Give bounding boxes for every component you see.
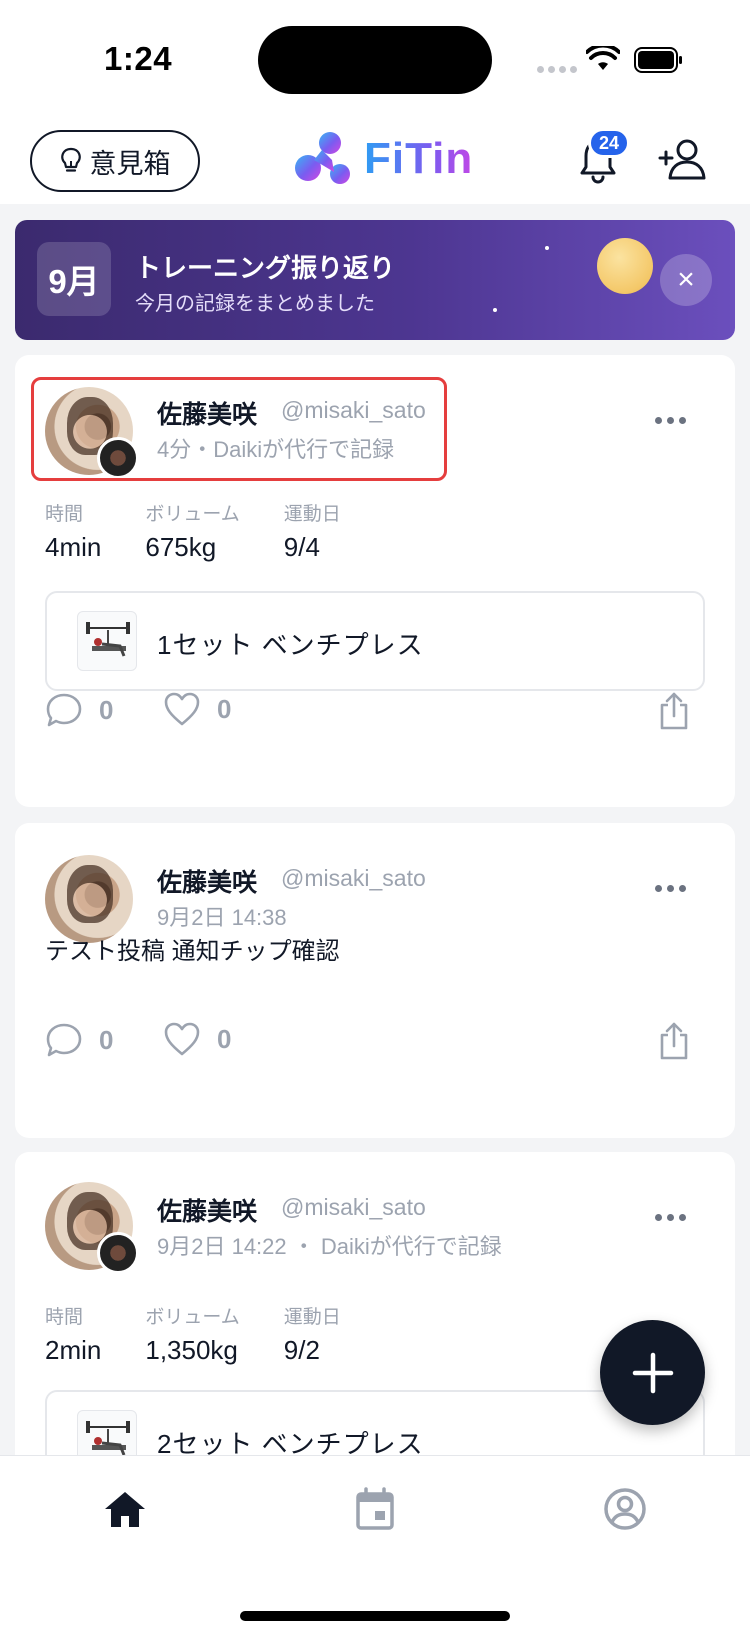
comment-icon [46,1023,82,1057]
avatar[interactable] [45,855,133,943]
moon-decoration [597,238,653,294]
proxy-user-avatar [97,1232,139,1274]
status-time: 1:24 [104,40,173,77]
heart-icon [164,1022,200,1056]
wifi-icon [586,46,620,70]
post-actions: 0 0 [45,691,705,741]
status-bar: 1:24 [0,0,750,116]
post-text: テスト投稿 通知チップ確認 [45,938,340,965]
post-card[interactable]: 佐藤美咲 @misaki_sato 9月2日 14:38 テスト投稿 通知チップ… [15,823,735,1138]
logo-mark-icon [295,132,350,184]
add-user-icon[interactable] [658,136,706,182]
bench-press-thumbnail [77,611,137,671]
exercise-label: 1セット ベンチプレス [157,630,424,660]
profile-icon [604,1488,646,1530]
stat-value: 9/2 [283,1335,320,1365]
stat-label: 時間 [45,504,84,525]
stat-workout-date: 運動日 9/2 [284,1302,341,1366]
exercise-item[interactable]: 1セット ベンチプレス [45,591,705,691]
like-button[interactable]: 0 [163,691,231,727]
stat-label: ボリューム [145,504,240,525]
workout-stats: 時間 2min ボリューム 1,350kg 運動日 9/2 [45,1302,385,1366]
stat-value: 4min [45,532,102,562]
highlight-box [31,377,447,481]
more-icon[interactable] [655,1214,686,1221]
home-icon [105,1492,145,1527]
post-card[interactable]: 佐藤美咲 @misaki_sato 4分・Daikiが代行で記録 時間 4min… [15,355,735,807]
comment-button[interactable]: 0 [45,691,113,729]
stat-label: 運動日 [283,1307,341,1328]
comment-icon [46,693,82,727]
stat-volume: ボリューム 675kg [145,499,239,563]
opinion-box-button[interactable]: 意見箱 [30,130,200,192]
stat-value: 2min [45,1335,102,1365]
lightbulb-icon [60,147,81,172]
cellular-signal-icon [537,66,577,73]
plus-icon [632,1352,673,1393]
like-button[interactable]: 0 [163,1021,231,1057]
more-icon[interactable] [655,417,686,424]
nav-calendar[interactable] [350,1484,400,1534]
banner-subtitle: 今月の記録をまとめました [135,293,375,315]
battery-icon [634,47,682,73]
like-count: 0 [217,693,232,724]
stat-workout-date: 運動日 9/4 [284,499,341,563]
post-author-handle: @misaki_sato [281,1194,426,1220]
dynamic-island [258,26,492,94]
post-meta: 9月2日 14:38 [157,905,287,930]
bottom-navigation [0,1455,750,1631]
calendar-icon [356,1487,394,1530]
home-indicator [240,1611,510,1621]
comment-count: 0 [99,1024,114,1055]
star-decoration [545,246,549,250]
more-icon[interactable] [655,885,686,892]
create-post-button[interactable] [600,1320,705,1425]
banner-month-badge: 9月 [37,242,111,316]
stat-time: 時間 2min [45,1302,101,1366]
banner-close-button[interactable]: × [660,254,712,306]
post-actions: 0 0 [45,1021,705,1071]
stat-volume: ボリューム 1,350kg [145,1302,239,1366]
nav-home[interactable] [100,1484,150,1534]
heart-icon [164,692,200,726]
stat-label: 運動日 [283,504,341,525]
post-author-name[interactable]: 佐藤美咲 [157,1192,257,1228]
post-card[interactable]: 佐藤美咲 @misaki_sato 9月2日 14:22 ・ Daikiが代行で… [15,1152,735,1472]
stat-value: 675kg [145,532,217,562]
like-count: 0 [217,1023,232,1054]
stat-label: 時間 [45,1307,84,1328]
workout-stats: 時間 4min ボリューム 675kg 運動日 9/4 [45,499,385,563]
post-author-name[interactable]: 佐藤美咲 [157,863,257,899]
training-review-banner[interactable]: 9月 トレーニング振り返り 今月の記録をまとめました × [15,220,735,340]
comment-button[interactable]: 0 [45,1021,113,1059]
banner-title: トレーニング振り返り [135,253,396,283]
comment-count: 0 [99,694,114,725]
stat-value: 9/4 [283,532,320,562]
nav-profile[interactable] [600,1484,650,1534]
share-icon[interactable] [657,691,691,731]
app-logo: FiTin [294,130,473,188]
stat-label: ボリューム [145,1307,240,1328]
stat-time: 時間 4min [45,499,101,563]
stat-value: 1,350kg [145,1335,238,1365]
notification-badge: 24 [588,128,630,158]
post-meta: 9月2日 14:22 ・ Daikiが代行で記録 [157,1234,502,1259]
app-header: 意見箱 FiTin 24 [0,116,750,204]
share-icon[interactable] [657,1021,691,1061]
opinion-box-label: 意見箱 [89,148,171,179]
logo-text: FiTin [364,134,474,183]
star-decoration [493,308,497,312]
post-author-handle: @misaki_sato [281,865,426,891]
